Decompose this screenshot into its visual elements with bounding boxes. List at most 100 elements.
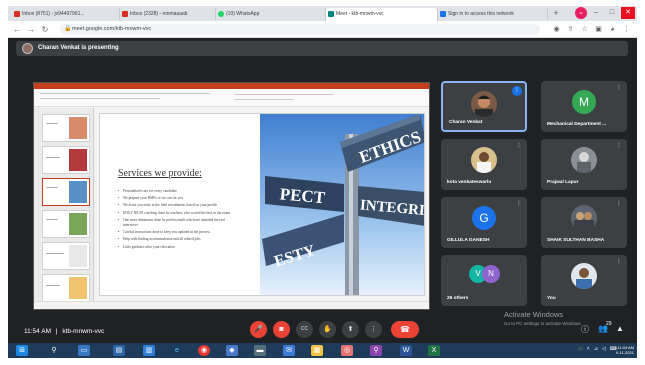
slide-thumbnail[interactable]: 4 <box>42 210 90 238</box>
minimize-button[interactable]: – <box>589 7 603 19</box>
raise-hand-button[interactable]: ✋ <box>319 321 336 338</box>
share-icon[interactable]: ⇪ <box>566 24 575 35</box>
participant-name: 25 others <box>447 296 469 301</box>
file-explorer-icon[interactable]: ▦ <box>311 345 323 356</box>
word-icon[interactable]: W <box>400 345 412 356</box>
tab-label: Inbox (2328) - mnmaaaab <box>130 11 188 17</box>
more-options-icon[interactable]: ⋮ <box>516 200 522 207</box>
thumbnail-image <box>69 149 87 171</box>
back-icon[interactable]: ← <box>12 24 22 35</box>
meeting-details-icon[interactable]: ⓘ <box>581 324 589 335</box>
close-button[interactable]: ✕ <box>621 7 635 19</box>
task-view-icon[interactable]: ▭ <box>78 345 90 356</box>
participant-tile-gillula-ganesh[interactable]: G ⋮ GILLULA GANESH <box>441 197 527 248</box>
network-icon[interactable]: ⊿ <box>594 346 598 352</box>
slide-thumbnail[interactable]: 2 <box>42 146 90 174</box>
profile-icon[interactable]: ◕ <box>608 24 617 35</box>
system-clock: 11:54 AM 9-11-2021 <box>616 345 634 355</box>
participant-name: SHAIK SULTHAN BASHA <box>547 238 605 243</box>
slide-heading: Services we provide: <box>118 168 202 179</box>
search-icon[interactable]: ⚲ <box>48 345 60 356</box>
speaking-indicator-icon: ⁞ <box>512 86 522 96</box>
meeting-info: 11:54 AM | ktb-mnwm-vvc <box>24 328 104 335</box>
tab-search-icon[interactable]: ⌄ <box>575 7 587 19</box>
windows-taskbar: ⊞ ⚲ ▭ ▤ ▥ e ◉ ◆ ▬ ✉ ▦ ◎ ⚲ W X ▭ ˄ ⊿ ◁ ⌨ … <box>8 343 637 358</box>
browser-actions: ◉ ⇪ ☆ ▣ ◕ ⋮ <box>552 24 631 35</box>
whatsapp-icon <box>218 11 224 17</box>
forward-icon[interactable]: → <box>26 24 36 35</box>
meeting-code: ktb-mnwm-vvc <box>62 328 105 335</box>
search-app-icon[interactable]: ⚲ <box>370 345 382 356</box>
maximize-button[interactable]: □ <box>605 7 619 19</box>
system-tray: ▭ ˄ ⊿ ◁ ⌨ <box>578 346 617 352</box>
terminal-icon[interactable]: ▬ <box>254 345 266 356</box>
slide-thumbnails: 1 2 3 4 5 <box>34 108 94 303</box>
slide-thumbnail[interactable]: 1 <box>42 114 90 142</box>
more-options-button[interactable]: ⋮ <box>365 321 382 338</box>
tab-gmail-2[interactable]: Inbox (2328) - mnmaaaab <box>120 8 216 21</box>
participant-tile-others[interactable]: V N 25 others <box>441 255 527 306</box>
new-tab-button[interactable]: + <box>551 8 561 19</box>
app-icon[interactable]: ◆ <box>226 345 238 356</box>
participant-name: GILLULA GANESH <box>447 238 490 243</box>
present-button[interactable]: ⬆ <box>342 321 359 338</box>
captions-button[interactable]: CC <box>296 321 313 338</box>
tab-meet[interactable]: Meet - ktb-mnwm-vvc <box>326 8 438 21</box>
windows-start-icon[interactable]: ⊞ <box>16 345 28 356</box>
tab-network-signin[interactable]: Sign in to access this network <box>438 8 548 21</box>
participant-tile-shaik-sulthan-basha[interactable]: ⋮ SHAIK SULTHAN BASHA <box>541 197 627 248</box>
slide-thumbnail[interactable]: 6 <box>42 274 90 302</box>
tab-gmail-1[interactable]: Inbox (8751) - jv94497961... <box>12 8 120 21</box>
presenter-avatar <box>22 43 33 54</box>
activities-icon[interactable]: ▲ <box>616 324 624 333</box>
excel-icon[interactable]: X <box>428 345 440 356</box>
more-options-icon[interactable]: ⋮ <box>616 84 622 91</box>
current-slide: Services we provide: Personalized care f… <box>99 113 425 296</box>
volume-icon[interactable]: ◁ <box>602 346 606 352</box>
bullet-item: Careful instructions done to keep you up… <box>118 230 233 235</box>
participant-tile-kota-venkateswarlu[interactable]: ⋮ kota venkateswarlu <box>441 139 527 190</box>
mail-icon[interactable]: ✉ <box>283 345 295 356</box>
browser-tab-strip: Inbox (8751) - jv94497961... Inbox (2328… <box>8 6 637 21</box>
slide-thumbnail[interactable]: 5 <box>42 242 90 270</box>
meeting-time: 11:54 AM <box>24 328 51 335</box>
tab-whatsapp[interactable]: (10) WhatsApp <box>216 8 326 21</box>
participant-avatar-letter: G <box>472 206 496 230</box>
file-icon[interactable]: ▥ <box>143 345 155 356</box>
bullet-item: Personalized care for every candidate <box>118 189 233 194</box>
gmail-icon <box>122 11 128 17</box>
chrome-app-icon[interactable]: ◎ <box>341 345 353 356</box>
more-options-icon[interactable]: ⋮ <box>616 258 622 265</box>
microphone-button[interactable]: 🎤 <box>250 321 267 338</box>
participant-tile-you[interactable]: ⋮ You <box>541 255 627 306</box>
menu-icon[interactable]: ⋮ <box>622 24 631 35</box>
tab-label: Inbox (8751) - jv94497961... <box>22 11 85 17</box>
store-icon[interactable]: ▤ <box>113 345 125 356</box>
other-avatar-n: N <box>482 265 500 283</box>
thumbnail-image <box>69 213 87 235</box>
tab-search-icon[interactable]: ▣ <box>594 24 603 35</box>
slide-thumbnail-selected[interactable]: 3 <box>42 178 90 206</box>
bullet-item: Help with finding accommodation and all … <box>118 237 233 242</box>
reload-icon[interactable]: ↻ <box>40 24 50 35</box>
end-call-button[interactable]: ☎ <box>391 321 419 338</box>
internet-explorer-icon[interactable]: e <box>171 345 183 356</box>
powerpoint-status-bar <box>34 301 429 309</box>
camera-permission-icon[interactable]: ◉ <box>552 24 561 35</box>
meeting-separator: | <box>55 328 58 335</box>
address-bar[interactable]: 🔒 meet.google.com/ktb-mnwm-vvc <box>60 24 540 35</box>
participant-tile-prajwal-lapur[interactable]: ⋮ Prajwal Lapur <box>541 139 627 190</box>
participant-tile-charan-venkat[interactable]: ⁞ Charan Venkat <box>441 81 527 132</box>
participant-tile-mechanical-department[interactable]: M ⋮ Mechanical Department ... <box>541 81 627 132</box>
participant-photo <box>471 147 497 173</box>
presenting-bar: Charan Venkat is presenting <box>16 41 628 56</box>
chrome-icon[interactable]: ◉ <box>198 345 210 356</box>
star-icon[interactable]: ☆ <box>580 24 589 35</box>
more-options-icon[interactable]: ⋮ <box>616 142 622 149</box>
more-options-icon[interactable]: ⋮ <box>616 200 622 207</box>
camera-button[interactable]: ◙ <box>273 321 290 338</box>
chevron-up-icon[interactable]: ˄ <box>587 346 590 352</box>
battery-icon[interactable]: ▭ <box>578 346 583 352</box>
thumbnail-image <box>69 245 87 267</box>
more-options-icon[interactable]: ⋮ <box>516 142 522 149</box>
